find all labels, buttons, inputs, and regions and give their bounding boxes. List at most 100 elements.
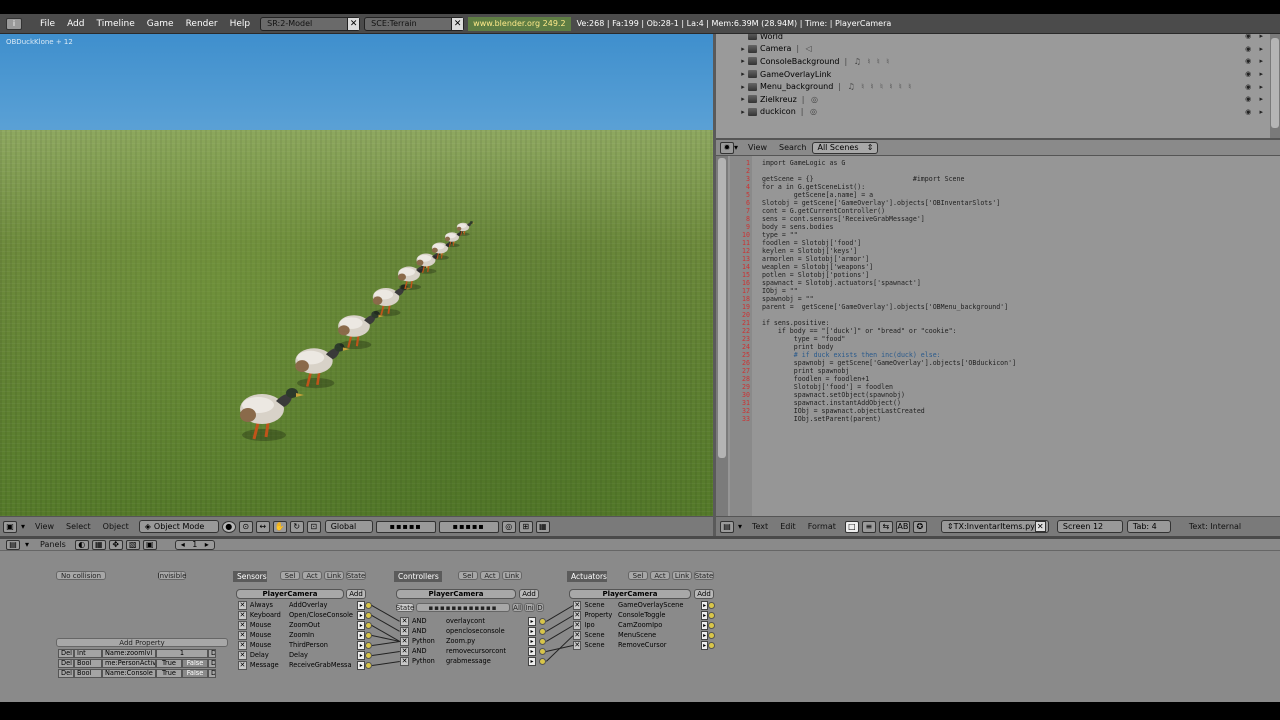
scene-selector[interactable]: SCE:Terrain ✕ [364, 16, 465, 31]
expand-brick-icon[interactable]: ▸ [357, 640, 366, 650]
property-true-toggle[interactable]: True [156, 668, 182, 678]
property-delete-button[interactable]: Del [58, 648, 74, 658]
brick-name[interactable]: Delay [289, 651, 355, 659]
editor-scrollbar[interactable] [716, 156, 728, 516]
delete-brick-icon[interactable]: ✕ [573, 610, 582, 620]
outliner-item[interactable]: ▸ Zielkreuz | ◎ ◉ ▸ [716, 93, 1280, 106]
outliner-item[interactable]: ▸ Camera | ◁ ◉ ▸ [716, 43, 1280, 56]
link-socket[interactable] [365, 651, 372, 659]
state-layers[interactable]: ▪▪▪▪▪▪▪▪▪▪▪▪ [416, 603, 510, 612]
manipulator-icon[interactable]: ↔ [255, 520, 270, 533]
expand-brick-icon[interactable]: ▸ [357, 600, 366, 610]
brick-type[interactable]: Ipo [584, 621, 612, 629]
blender-url[interactable]: www.blender.org 249.2 [468, 16, 571, 31]
brick-type[interactable]: AND [412, 617, 440, 625]
code-line[interactable]: 1 import GameLogic as G [730, 159, 845, 167]
link-socket[interactable] [708, 611, 715, 619]
editing-context-icon[interactable]: ▧ [125, 539, 140, 550]
controllers-tab-link[interactable]: Link [502, 571, 522, 580]
scene-name[interactable]: SCE:Terrain [365, 19, 451, 28]
expand-brick-icon[interactable]: ▸ [700, 620, 709, 630]
delete-brick-icon[interactable]: ✕ [238, 600, 247, 610]
brick-type[interactable]: AND [412, 627, 440, 635]
sensors-tab-link[interactable]: Link [324, 571, 344, 580]
link-socket[interactable] [365, 661, 372, 669]
menu-timeline[interactable]: Timeline [91, 19, 141, 29]
sensors-tab-act[interactable]: Act [302, 571, 322, 580]
code-line[interactable]: 23 type = "food" [730, 335, 845, 343]
brick-name[interactable]: opencloseconsole [446, 627, 526, 635]
layers-icon[interactable]: ▪▪▪▪▪ [375, 520, 436, 533]
menu-format[interactable]: Format [802, 522, 842, 531]
expand-icon[interactable]: ▸ [738, 45, 748, 53]
scale-icon[interactable]: ⊡ [306, 520, 321, 533]
delete-brick-icon[interactable]: ✕ [400, 646, 409, 656]
delete-brick-icon[interactable]: ✕ [573, 620, 582, 630]
frame-field[interactable]: ◂ 1 ▸ [174, 539, 215, 550]
screen-selector[interactable]: SR:2-Model ✕ [260, 16, 361, 31]
code-line[interactable]: 11 foodlen = Slotobj['food'] [730, 239, 861, 247]
collapse-icon[interactable]: ▾ [734, 522, 746, 531]
brick-name[interactable]: ThirdPerson [289, 641, 355, 649]
property-delete-button[interactable]: Del [58, 668, 74, 678]
brick-type[interactable]: Python [412, 637, 440, 645]
link-socket[interactable] [539, 657, 546, 665]
controllers-tab-sel[interactable]: Sel [458, 571, 478, 580]
sensors-brick[interactable]: ✕ Message ReceiveGrabMessa ▸ [238, 660, 372, 670]
expand-icon[interactable]: ▸ [738, 57, 748, 65]
menu-help[interactable]: Help [224, 19, 257, 29]
object-context-icon[interactable]: ✥ [108, 539, 123, 550]
outliner-item[interactable]: ▸ GameOverlayLink ◉ ▸ [716, 68, 1280, 81]
outliner-item[interactable]: World ◉ ▸ [716, 34, 1280, 43]
controllers-brick[interactable]: ✕ AND opencloseconsole ▸ [400, 626, 546, 636]
expand-brick-icon[interactable]: ▸ [357, 650, 366, 660]
link-socket[interactable] [539, 627, 546, 635]
code-line[interactable]: 25 # if duck exists then inc(duck) else: [730, 351, 941, 359]
expand-brick-icon[interactable]: ▸ [528, 626, 536, 636]
scene-context-icon[interactable]: ▣ [142, 539, 157, 550]
duck[interactable] [240, 388, 304, 441]
link-socket[interactable] [708, 621, 715, 629]
property-name-field[interactable]: Name:Console [102, 668, 156, 678]
close-icon[interactable]: ✕ [1034, 521, 1046, 532]
brick-type[interactable]: Mouse [250, 621, 283, 629]
code-line[interactable]: 21 if sens.positive: [730, 319, 829, 327]
expand-brick-icon[interactable]: ▸ [357, 610, 366, 620]
code-line[interactable]: 5 getScene[a.name] = a [730, 191, 873, 199]
outliner-item-name[interactable]: Camera [760, 44, 791, 53]
code-line[interactable]: 7 cont = G.getCurrentController() [730, 207, 885, 215]
visibility-icon[interactable]: ◉ ▸ [1245, 95, 1266, 103]
brick-name[interactable]: removecursorcont [446, 647, 526, 655]
text-file-name[interactable]: TX:InventarItems.py [954, 522, 1035, 531]
property-false-toggle[interactable]: False [182, 658, 208, 668]
brick-type[interactable]: Scene [584, 631, 612, 639]
3d-viewport[interactable]: OBDuckKlone + 12 [0, 34, 713, 516]
brick-type[interactable]: Always [250, 601, 283, 609]
brick-name[interactable]: RemoveCursor [618, 641, 699, 649]
duck[interactable] [416, 250, 445, 274]
code-line[interactable]: 18 spawnobj = "" [730, 295, 814, 303]
expand-brick-icon[interactable]: ▸ [700, 640, 709, 650]
text-editor[interactable]: 1 import GameLogic as G 2 3 getScene = {} #i… [716, 156, 1280, 516]
menu-edit[interactable]: Edit [774, 522, 802, 531]
logic-context-icon[interactable]: ◐ [74, 539, 89, 550]
menu-render[interactable]: Render [180, 19, 224, 29]
outliner-item-name[interactable]: duckicon [760, 107, 796, 116]
actuators-brick[interactable]: ✕ Scene GameOverlayScene ▸ [573, 600, 715, 610]
lock-icon[interactable]: ◎ [501, 520, 516, 533]
link-socket[interactable] [365, 641, 372, 649]
brick-name[interactable]: ConsoleToggle [618, 611, 699, 619]
code-line[interactable]: 33 IObj.setParent(parent) [730, 415, 881, 423]
property-type-select[interactable]: Bool [74, 668, 102, 678]
plugin-icon[interactable]: ✪ [912, 520, 927, 533]
delete-brick-icon[interactable]: ✕ [238, 610, 247, 620]
brick-type[interactable]: Property [584, 611, 612, 619]
delete-brick-icon[interactable]: ✕ [400, 616, 409, 626]
close-icon[interactable]: ✕ [451, 17, 464, 30]
collision-select[interactable]: No collision [56, 571, 106, 580]
code-line[interactable]: 28 foodlen = foodlen+1 [730, 375, 869, 383]
sensors-tab-state[interactable]: State [346, 571, 366, 580]
controllers-brick[interactable]: ✕ Python Zoom.py ▸ [400, 636, 546, 646]
code-line[interactable]: 27 print spawnobj [730, 367, 849, 375]
actuators-object-header[interactable]: PlayerCamera [569, 589, 691, 599]
